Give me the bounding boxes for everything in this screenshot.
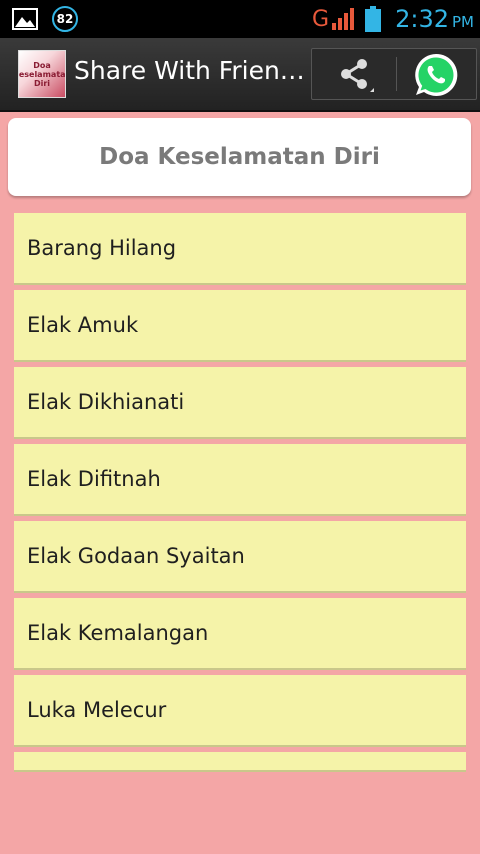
status-bar: 82 G 2:32 PM <box>0 0 480 38</box>
list-item-label: Barang Hilang <box>27 236 177 260</box>
share-icon <box>341 59 374 92</box>
list-item-elak-amuk[interactable]: Elak Amuk <box>14 290 466 362</box>
action-divider <box>396 57 397 91</box>
action-buttons <box>311 48 477 100</box>
share-button[interactable] <box>312 49 396 99</box>
list-item-label: Elak Dikhianati <box>27 390 185 414</box>
action-bar: Doa Keselamatan Diri Share With Frien… <box>0 38 480 112</box>
list-item-barang-hilang[interactable]: Barang Hilang <box>14 213 466 285</box>
network-type: G <box>312 6 330 32</box>
battery-icon <box>365 6 382 32</box>
list-item-elak-kemalangan[interactable]: Elak Kemalangan <box>14 598 466 670</box>
list-item-label: Elak Godaan Syaitan <box>27 544 245 568</box>
list-item-elak-godaan-syaitan[interactable]: Elak Godaan Syaitan <box>14 521 466 593</box>
list-item-elak-difitnah[interactable]: Elak Difitnah <box>14 444 466 516</box>
clock-ampm: PM <box>452 13 474 31</box>
list-item-luka-melecur[interactable]: Luka Melecur <box>14 675 466 747</box>
list-item-label: Elak Kemalangan <box>27 621 209 645</box>
header-card: Doa Keselamatan Diri <box>8 118 471 196</box>
list-item-label: Elak Difitnah <box>27 467 161 491</box>
notification-badge: 82 <box>52 6 78 32</box>
app-icon-text: Doa Keselamatan Diri <box>18 60 66 88</box>
list-item-label: Elak Amuk <box>27 313 139 337</box>
clock-time: 2:32 <box>395 5 449 33</box>
app-icon[interactable]: Doa Keselamatan Diri <box>18 50 66 98</box>
list-item-label: Luka Melecur <box>27 698 167 722</box>
whatsapp-icon[interactable] <box>412 51 460 99</box>
action-bar-title[interactable]: Share With Frien… <box>74 56 305 85</box>
doa-list: Barang Hilang Elak Amuk Elak Dikhianati … <box>14 213 466 777</box>
list-item-partial[interactable] <box>14 752 466 772</box>
signal-icon <box>332 8 355 30</box>
list-item-elak-dikhianati[interactable]: Elak Dikhianati <box>14 367 466 439</box>
page-title: Doa Keselamatan Diri <box>99 144 380 170</box>
image-icon <box>12 8 38 30</box>
